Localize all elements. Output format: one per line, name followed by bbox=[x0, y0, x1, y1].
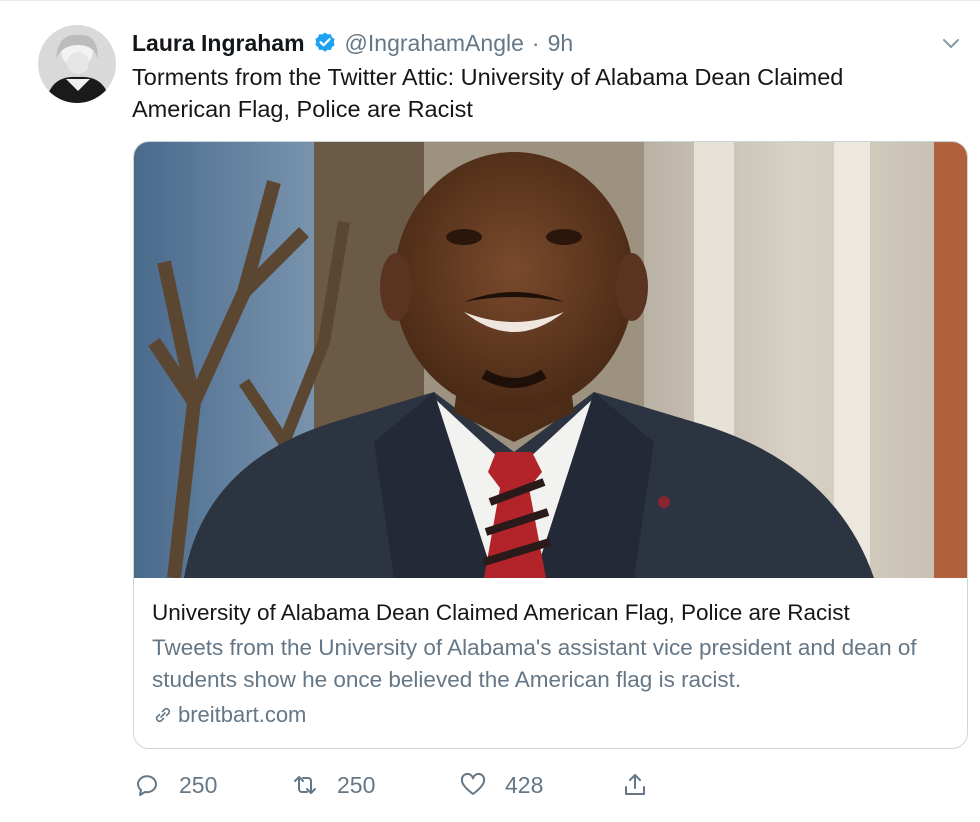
like-icon bbox=[460, 772, 486, 795]
retweet-count: 250 bbox=[337, 771, 376, 798]
card-image[interactable] bbox=[134, 142, 968, 578]
reply-button[interactable]: 250 bbox=[133, 767, 217, 803]
card-domain[interactable]: breitbart.com bbox=[152, 700, 952, 730]
tweet-text: Torments from the Twitter Attic: Univers… bbox=[132, 64, 844, 122]
retweet-icon bbox=[294, 776, 316, 794]
reply-icon bbox=[137, 775, 157, 796]
tweet-timestamp[interactable]: 9h bbox=[548, 30, 574, 57]
reply-count: 250 bbox=[179, 771, 218, 798]
like-button[interactable]: 428 bbox=[459, 767, 543, 803]
tweet-header: Laura Ingraham @IngrahamAngle · 9h bbox=[132, 27, 573, 59]
tweet-actions: 250 250 428 bbox=[133, 767, 693, 803]
link-card[interactable]: University of Alabama Dean Claimed Ameri… bbox=[133, 141, 968, 749]
avatar-image bbox=[38, 25, 116, 103]
share-button[interactable] bbox=[621, 767, 649, 803]
like-count: 428 bbox=[505, 771, 544, 798]
share-icon bbox=[625, 774, 645, 795]
author-handle[interactable]: @IngrahamAngle bbox=[345, 30, 524, 57]
avatar[interactable] bbox=[38, 25, 116, 103]
card-domain-text: breitbart.com bbox=[178, 702, 307, 727]
link-icon bbox=[155, 707, 171, 723]
card-title[interactable]: University of Alabama Dean Claimed Ameri… bbox=[152, 598, 952, 628]
retweet-button[interactable]: 250 bbox=[291, 767, 375, 803]
separator-dot: · bbox=[531, 29, 540, 56]
card-description: Tweets from the University of Alabama's … bbox=[152, 635, 917, 692]
chevron-down-icon[interactable] bbox=[938, 31, 964, 57]
tweet[interactable]: Laura Ingraham @IngrahamAngle · 9h Torme… bbox=[0, 0, 980, 822]
author-name[interactable]: Laura Ingraham bbox=[132, 30, 305, 57]
card-body: University of Alabama Dean Claimed Ameri… bbox=[152, 598, 952, 730]
verified-badge-icon bbox=[314, 32, 335, 52]
